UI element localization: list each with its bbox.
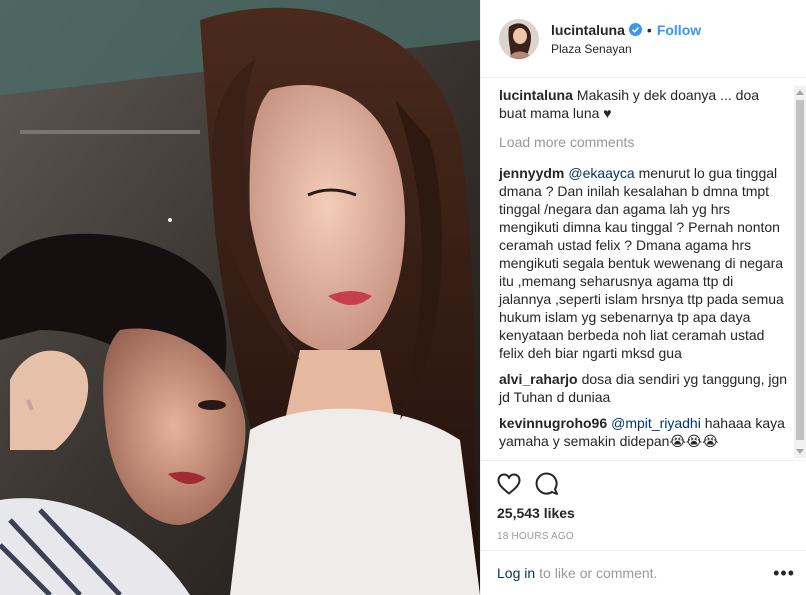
- photo-image: [0, 0, 480, 595]
- caption: lucintaluna Makasih y dek doanya ... doa …: [499, 86, 789, 122]
- post-footer: Log in to like or comment. •••: [481, 550, 806, 595]
- comments-scrollbar[interactable]: [794, 86, 806, 458]
- comment-username[interactable]: alvi_raharjo: [499, 371, 578, 387]
- comment-username[interactable]: jennyydm: [499, 165, 564, 181]
- action-icons: [497, 469, 806, 499]
- heart-glyph: ♥: [603, 105, 612, 121]
- post-container: lucintaluna • Follow Plaza Senayan lucin…: [0, 0, 806, 595]
- comment-item: alvi_raharjo dosa dia sendiri yg tanggung…: [499, 370, 789, 406]
- heart-outline-icon[interactable]: [497, 473, 521, 495]
- scroll-down-arrow-icon[interactable]: [796, 449, 804, 454]
- post-header: lucintaluna • Follow Plaza Senayan: [481, 0, 806, 78]
- header-row: lucintaluna • Follow: [551, 22, 701, 38]
- more-options-icon[interactable]: •••: [773, 563, 795, 584]
- post-sidebar: lucintaluna • Follow Plaza Senayan lucin…: [480, 0, 806, 595]
- comment-username[interactable]: kevinnugroho96: [499, 415, 607, 431]
- comment-item: jennyydm @ekaayca menurut lo gua tinggal …: [499, 164, 789, 362]
- login-link[interactable]: Log in: [497, 565, 535, 581]
- follow-button[interactable]: Follow: [657, 22, 701, 38]
- location-link[interactable]: Plaza Senayan: [551, 42, 701, 56]
- login-prompt-text: to like or comment.: [539, 565, 658, 581]
- avatar[interactable]: [499, 18, 539, 59]
- header-username[interactable]: lucintaluna: [551, 22, 625, 38]
- comment-item: kevinnugroho96 @mpit_riyadhi hahaaa kaya …: [499, 414, 789, 450]
- scrollbar-thumb[interactable]: [796, 100, 804, 440]
- likes-count[interactable]: 25,543 likes: [497, 505, 806, 521]
- load-more-comments-button[interactable]: Load more comments: [499, 134, 789, 150]
- caption-username[interactable]: lucintaluna: [499, 87, 573, 103]
- comment-text: menurut lo gua tinggal dmana ? Dan inila…: [499, 165, 784, 361]
- scroll-up-arrow-icon[interactable]: [796, 90, 804, 95]
- comment-mention[interactable]: @mpit_riyadhi: [611, 415, 701, 431]
- comment-mention[interactable]: @ekaayca: [568, 165, 634, 181]
- comments-list[interactable]: lucintaluna Makasih y dek doanya ... doa …: [481, 86, 799, 458]
- post-photo[interactable]: [0, 0, 480, 595]
- comment-bubble-icon[interactable]: [535, 472, 559, 496]
- header-separator: •: [646, 21, 652, 38]
- post-timestamp[interactable]: 18 HOURS AGO: [497, 531, 806, 542]
- verified-badge-icon: [628, 23, 642, 36]
- header-text: lucintaluna • Follow Plaza Senayan: [551, 22, 701, 56]
- post-actions: 25,543 likes 18 HOURS AGO: [481, 460, 806, 542]
